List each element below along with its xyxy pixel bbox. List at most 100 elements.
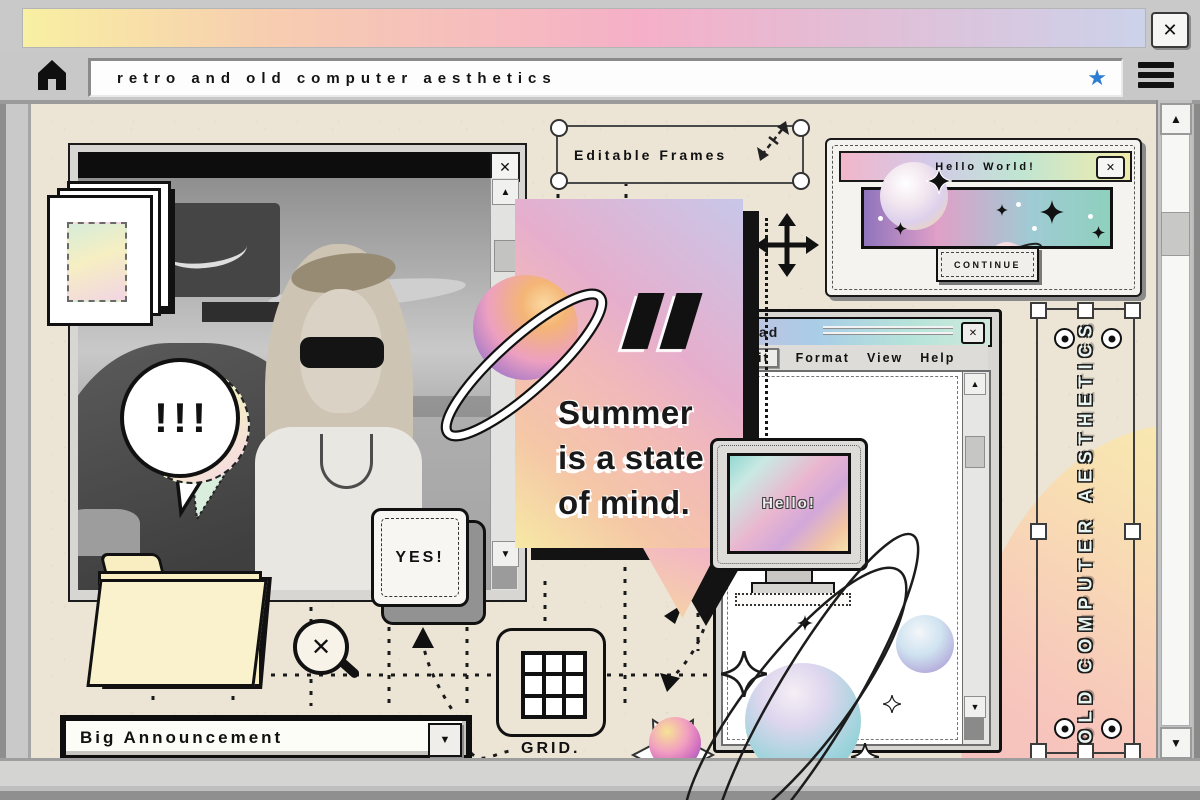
window-close-button[interactable]: ✕	[1151, 12, 1189, 48]
scroll-down-button[interactable]: ▼	[1160, 727, 1192, 759]
pearl-planet	[880, 162, 948, 230]
continue-button[interactable]: CONTINUE	[936, 247, 1039, 282]
papers-stack-icon[interactable]	[45, 177, 175, 322]
sparkle-icon	[1092, 226, 1105, 239]
speech-bubble-text: !!!	[149, 394, 211, 442]
close-icon: ✕	[311, 633, 331, 662]
close-icon: ✕	[499, 159, 511, 176]
pastel-planet-small	[896, 615, 954, 673]
main-scrollbar[interactable]: ▲ ▼	[1156, 100, 1192, 758]
menu-item-help[interactable]: Help	[920, 351, 955, 365]
magnifier-lens: ✕	[293, 619, 349, 675]
star-dot	[1016, 202, 1021, 207]
notepad-menubar: Edit Format View Help	[721, 345, 988, 372]
scroll-down-button[interactable]: ▼	[964, 696, 986, 718]
photo-window-titlebar[interactable]	[78, 152, 515, 178]
hello-close-button[interactable]: ✕	[1096, 156, 1125, 179]
frame-handle[interactable]	[792, 172, 810, 190]
magnifier-icon[interactable]: ✕	[293, 619, 353, 691]
frame-handle[interactable]	[1124, 523, 1141, 540]
key-cap[interactable]: YES!	[371, 508, 469, 607]
titlebar-gradient	[22, 8, 1146, 48]
menu-icon[interactable]	[1138, 62, 1174, 88]
scrollbar-corner	[964, 718, 984, 740]
notepad-close-button[interactable]: ✕	[961, 322, 985, 344]
address-text: retro and old computer aesthetics	[117, 70, 557, 87]
yes-key[interactable]: YES!	[371, 508, 483, 622]
editable-frame-selection[interactable]: Editable Frames	[556, 125, 804, 184]
folder-front	[86, 579, 267, 687]
registration-mark-icon	[1054, 718, 1075, 739]
frame-handle[interactable]	[1077, 302, 1094, 319]
menu-item-format[interactable]: Format	[796, 351, 850, 365]
quote-line: is a state	[558, 436, 704, 481]
arrow-up-icon: ▲	[501, 187, 511, 198]
paper-gradient-thumbnail	[67, 222, 127, 302]
scrollbar-thumb[interactable]	[494, 240, 517, 272]
quote-line: Summer	[558, 391, 704, 436]
frame-handle[interactable]	[1030, 302, 1047, 319]
scroll-up-button[interactable]: ▲	[964, 373, 986, 395]
menu-item-view[interactable]: View	[867, 351, 903, 365]
frame-handle[interactable]	[1030, 523, 1047, 540]
announcement-dropdown[interactable]: Big Announcement ▼	[60, 715, 472, 761]
editable-frames-label: Editable Frames	[574, 147, 727, 163]
close-icon: ✕	[1106, 161, 1115, 174]
notepad-titlebar[interactable]: e Pad ✕	[721, 317, 992, 347]
window-titlebar[interactable]	[0, 0, 1200, 53]
ringed-planet	[473, 275, 578, 380]
window-bottom-frame	[0, 758, 1200, 800]
star-dot	[1032, 226, 1037, 231]
resize-arrow-icon[interactable]	[750, 113, 796, 165]
close-icon: ✕	[969, 328, 977, 339]
frame-handle[interactable]	[550, 119, 568, 137]
star-dot	[1088, 214, 1093, 219]
dropdown-arrow-button[interactable]: ▼	[428, 723, 462, 757]
menu-bar-line	[1138, 82, 1174, 88]
scrollbar-thumb[interactable]	[965, 436, 985, 468]
rainbow-ball	[649, 717, 701, 761]
menu-bar-line	[1138, 62, 1174, 68]
menu-bar-line	[1138, 72, 1174, 78]
photo-woman-sunglasses	[300, 337, 384, 368]
arrow-down-icon: ▼	[971, 702, 980, 712]
window-left-frame	[0, 0, 28, 800]
registration-mark-icon	[1101, 328, 1122, 349]
browser-toolbar: retro and old computer aesthetics ★	[0, 52, 1200, 104]
crt-monitor: Hello!	[710, 438, 885, 606]
monitor-plate	[735, 593, 851, 606]
quote-text: Summer is a state of mind.	[558, 391, 704, 526]
grid-label: GRID.	[521, 740, 580, 758]
retro-desktop-collage: { "glyphs": { "up": "▲", "down": "▼", "c…	[0, 0, 1200, 800]
frame-handle[interactable]	[1124, 302, 1141, 319]
photo-car-window	[78, 509, 140, 556]
sparkle-icon	[996, 204, 1008, 216]
notepad-scrollbar[interactable]: ▲ ▼	[962, 370, 991, 746]
scrollbar-thumb[interactable]	[1161, 212, 1190, 256]
grid-icon[interactable]	[496, 628, 606, 737]
monitor-greeting-text: Hello!	[762, 495, 816, 512]
bookmark-star-icon[interactable]: ★	[1087, 67, 1107, 89]
frame-handle[interactable]	[550, 172, 568, 190]
yes-key-label: YES!	[395, 549, 444, 567]
arrow-down-icon: ▼	[501, 549, 511, 560]
registration-mark-icon	[1054, 328, 1075, 349]
arrow-up-icon: ▲	[971, 379, 980, 389]
scroll-up-button[interactable]: ▲	[1160, 103, 1192, 135]
arrow-down-icon: ▼	[440, 734, 451, 746]
side-vertical-label: OLD COMPUTER AESTHETICS	[1075, 318, 1096, 743]
quote-line: of mind.	[558, 481, 704, 526]
arrow-down-icon: ▼	[1170, 736, 1182, 750]
dotted-guide-line	[765, 218, 768, 448]
dropdown-field[interactable]: Big Announcement	[66, 721, 466, 755]
scrollbar-corner	[492, 566, 517, 589]
continue-label: CONTINUE	[954, 260, 1021, 270]
folder-icon[interactable]	[91, 551, 281, 701]
address-bar[interactable]: retro and old computer aesthetics ★	[88, 58, 1123, 97]
home-icon[interactable]	[36, 58, 68, 92]
side-selection-frame[interactable]: OLD COMPUTER AESTHETICS	[1036, 308, 1135, 754]
photo-window-scrollbar[interactable]: ▲ ▼	[490, 178, 518, 590]
speech-bubble: !!!	[120, 358, 240, 478]
hello-titlebar[interactable]: Hello World! ✕	[839, 151, 1132, 182]
photo-woman-necklace	[320, 434, 374, 489]
